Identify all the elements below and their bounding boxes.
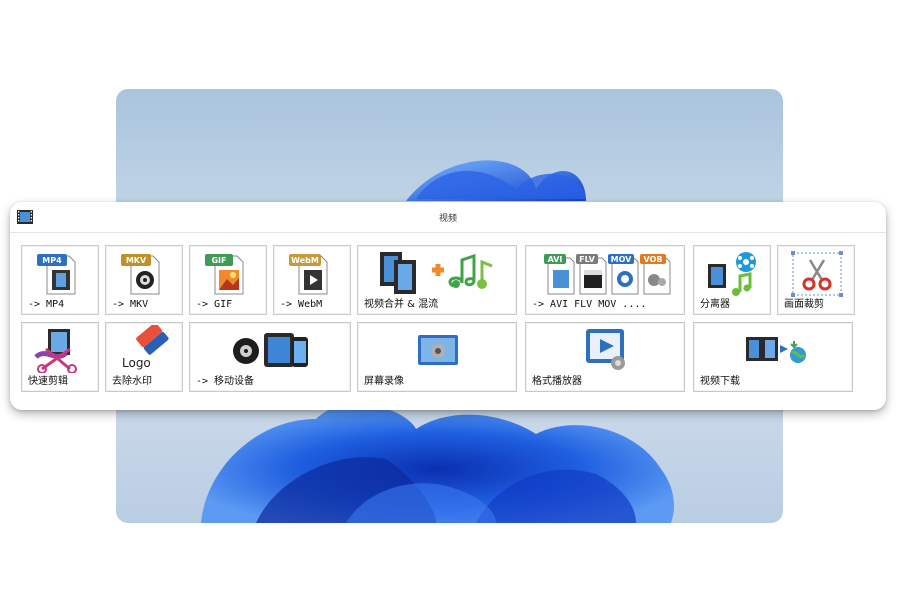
svg-text:FLV: FLV xyxy=(579,255,595,264)
panel-header: 视频 xyxy=(10,202,886,233)
tile-label: -> MKV xyxy=(112,299,149,310)
tile-label: 快速剪辑 xyxy=(28,376,68,387)
svg-text:AVI: AVI xyxy=(548,255,563,264)
tile-label: -> 移动设备 xyxy=(196,376,255,387)
svg-text:MKV: MKV xyxy=(126,256,147,265)
tile-format-player[interactable]: 格式播放器 xyxy=(525,322,685,392)
svg-text:GIF: GIF xyxy=(211,256,226,265)
tile-label: 格式播放器 xyxy=(532,376,582,387)
tile-crop[interactable]: 画面裁剪 xyxy=(777,245,855,315)
screen-record-icon xyxy=(418,335,458,365)
mp4-file-icon: MP4 xyxy=(37,254,76,295)
tile-label: 屏幕录像 xyxy=(364,376,404,387)
splitter-icon xyxy=(708,252,756,296)
crop-scissors-icon xyxy=(791,251,843,297)
tile-splitter[interactable]: 分离器 xyxy=(693,245,771,315)
video-tools-panel: 视频 MP4 -> MP4 MKV -> MKV GIF -> GIF WebM… xyxy=(10,202,886,410)
merge-mux-icon xyxy=(380,252,493,294)
tile-merge-mux[interactable]: 视频合并 & 混流 xyxy=(357,245,517,315)
tile-label: -> GIF xyxy=(196,299,233,310)
tile-mobile-device[interactable]: -> 移动设备 xyxy=(189,322,351,392)
tile-remove-watermark[interactable]: Logo 去除水印 xyxy=(105,322,183,392)
gif-file-icon: GIF xyxy=(205,254,244,295)
format-player-icon xyxy=(586,329,625,370)
tile-label: 视频合并 & 混流 xyxy=(364,299,439,310)
tile-to-gif[interactable]: GIF -> GIF xyxy=(189,245,267,315)
tile-label: -> MP4 xyxy=(28,299,65,310)
mobile-device-icon xyxy=(233,333,308,367)
video-download-icon xyxy=(746,337,806,363)
svg-text:MOV: MOV xyxy=(611,255,633,264)
multi-format-icon: AVI FLV MOV VOB xyxy=(544,254,671,295)
svg-text:Logo: Logo xyxy=(122,356,151,370)
svg-text:VOB: VOB xyxy=(644,255,663,264)
tile-label: 画面裁剪 xyxy=(784,299,824,310)
svg-text:WebM: WebM xyxy=(291,256,319,265)
tile-to-webm[interactable]: WebM -> WebM xyxy=(273,245,351,315)
tile-video-download[interactable]: 视频下载 xyxy=(693,322,853,392)
remove-watermark-icon: Logo xyxy=(122,325,169,370)
tile-label: -> WebM xyxy=(280,299,323,310)
panel-title: 视频 xyxy=(438,214,457,224)
tile-to-other-formats[interactable]: AVI FLV MOV VOB -> AVI FLV MOV .... xyxy=(525,245,685,315)
tile-label: 分离器 xyxy=(700,299,730,310)
webm-file-icon: WebM xyxy=(289,254,328,295)
quick-clip-icon xyxy=(34,329,77,373)
tile-to-mp4[interactable]: MP4 -> MP4 xyxy=(21,245,99,315)
tile-label: 视频下载 xyxy=(700,376,740,387)
tile-label: 去除水印 xyxy=(112,376,152,387)
tile-label: -> AVI FLV MOV .... xyxy=(532,299,647,310)
tile-quick-clip[interactable]: 快速剪辑 xyxy=(21,322,99,392)
mkv-file-icon: MKV xyxy=(121,254,160,295)
tile-to-mkv[interactable]: MKV -> MKV xyxy=(105,245,183,315)
svg-text:MP4: MP4 xyxy=(42,256,62,265)
tile-screen-record[interactable]: 屏幕录像 xyxy=(357,322,517,392)
